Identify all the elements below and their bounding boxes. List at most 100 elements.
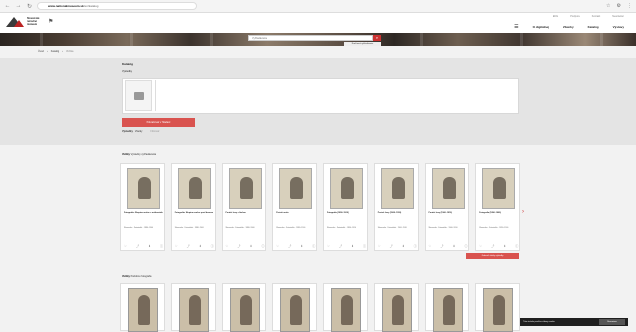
similar-card[interactable] [373,283,419,332]
card-photo[interactable] [280,288,311,332]
card-title[interactable]: Portrét ženy v bielom [226,212,265,215]
filter-link[interactable]: Filtrovať [150,130,159,133]
similar-card[interactable] [424,283,470,332]
result-card[interactable]: Fotografia: Skupina mužov pred domom Slov… [170,163,216,251]
similar-card[interactable] [221,283,267,332]
card-photo[interactable] [228,168,262,209]
similar-card[interactable] [323,283,368,332]
info-icon[interactable]: ⓘ [515,244,518,248]
share-icon[interactable]: ⤴ [187,244,190,248]
info-icon[interactable]: ⓘ [261,244,264,248]
similar-card[interactable] [475,283,520,332]
similar-card[interactable] [170,283,216,332]
language-flag-icon[interactable]: ⚑ [48,18,53,25]
result-thumbnail[interactable] [125,80,152,111]
favorite-icon[interactable]: ♡ [429,244,432,248]
share-icon[interactable]: ⤴ [237,244,240,248]
nav-link[interactable]: Zbierky [563,25,574,29]
card-photo[interactable] [483,288,514,332]
download-icon[interactable]: ⬇ [453,244,456,248]
breadcrumb-item[interactable]: Úvod [38,50,44,53]
info-icon[interactable]: ⓘ [414,244,417,248]
card-title[interactable]: Portrét ženy (1900–1910) [378,212,417,215]
cookie-accept-button[interactable]: Rozumiem [599,319,625,325]
share-icon[interactable]: ⤴ [491,244,494,248]
share-icon[interactable]: ⤴ [390,244,393,248]
top-link[interactable]: ENG [553,15,558,18]
card-photo[interactable] [178,288,209,332]
card-title[interactable]: Fotografia (1890–1900) [479,212,518,215]
result-card[interactable]: Portrét ženy (1900–1910) Slovensko · Foto… [373,163,419,251]
card-photo[interactable] [127,168,160,209]
card-photo[interactable] [380,168,414,209]
breadcrumb-item[interactable]: Katalóg [51,50,59,53]
download-icon[interactable]: ⬇ [250,244,253,248]
card-photo[interactable] [330,168,363,209]
address-bar[interactable]: www.nationalmuseum.sk/en/katalog [37,2,197,10]
result-card[interactable]: Portrét ženy (1900–1910) Slovensko · Foto… [424,163,470,251]
card-photo[interactable] [431,168,465,209]
show-more-button[interactable]: Zobraziť všetky výsledky [466,253,519,259]
favorite-icon[interactable]: ♡ [378,244,381,248]
info-icon[interactable]: ⓘ [211,244,214,248]
favorite-icon[interactable]: ♡ [124,244,127,248]
download-icon[interactable]: ⬇ [351,244,354,248]
nav-link[interactable]: Katalóg [588,25,599,29]
advanced-search-button[interactable]: Rozšírené vyhľadávanie [344,42,381,46]
download-icon[interactable]: ⬇ [300,244,303,248]
next-arrow-icon[interactable]: › [522,209,524,215]
card-title[interactable]: Fotografia: Skupina mužov pred domom [175,212,214,215]
download-icon[interactable]: ⬇ [402,244,405,248]
top-link[interactable]: Newsletter [612,15,624,18]
card-photo[interactable] [331,288,361,332]
card-title[interactable]: Portrét muža [276,212,315,215]
result-value[interactable]: Všetky [135,130,143,133]
share-icon[interactable]: ⤴ [339,244,342,248]
site-logo[interactable]: Slovenské národné múzeum ⚑ [6,15,53,27]
share-icon[interactable]: ⤴ [440,244,443,248]
search-button[interactable]: ⌕ [373,35,381,41]
download-icon[interactable]: ⬇ [199,244,202,248]
result-card[interactable]: Portrét ženy v bielom Slovensko · Fotoate… [221,163,267,251]
info-icon[interactable]: ⓘ [464,244,467,248]
card-photo[interactable] [177,168,211,209]
info-icon[interactable]: ⓘ [160,244,163,248]
card-title[interactable]: Portrét ženy (1900–1910) [429,212,468,215]
info-icon[interactable]: ⓘ [363,244,366,248]
extensions-icon[interactable]: ⚙ [617,3,621,9]
favorite-icon[interactable]: ♡ [327,244,330,248]
result-card[interactable]: Portrét muža Slovensko · Fotoateliér · 18… [272,163,317,251]
nav-link[interactable]: Výstavy [613,25,624,29]
card-photo[interactable] [482,168,516,209]
card-photo[interactable] [279,168,313,209]
card-title[interactable]: Fotografia: Skupina mužov v uniformách [124,212,163,215]
card-photo[interactable] [381,288,412,332]
card-title[interactable]: Fotografia (1890–1910) [327,212,366,215]
favorite-icon[interactable]: ♡ [175,244,178,248]
download-icon[interactable]: ⬇ [503,244,506,248]
favorite-icon[interactable]: ♡ [479,244,482,248]
top-link[interactable]: Podpora [570,15,579,18]
bookmark-icon[interactable]: ☆ [606,3,610,9]
similar-card[interactable] [120,283,165,332]
card-photo[interactable] [432,288,463,332]
continue-search-button[interactable]: Pokračovať v hľadaní [122,118,195,127]
back-icon[interactable]: ← [4,3,11,9]
share-icon[interactable]: ⤴ [136,244,139,248]
result-card[interactable]: Fotografia (1890–1910) Slovensko · Fotoat… [323,163,368,251]
user-icon[interactable]: ☰ [514,24,518,30]
card-photo[interactable] [128,288,158,332]
card-photo[interactable] [229,288,260,332]
menu-icon[interactable]: ⋮ [627,3,632,9]
favorite-icon[interactable]: ♡ [276,244,279,248]
download-icon[interactable]: ⬇ [148,244,151,248]
result-card[interactable]: Fotografia (1890–1900) Slovensko · Fotoat… [475,163,520,251]
info-icon[interactable]: ⓘ [312,244,315,248]
forward-icon[interactable]: → [15,3,22,9]
reload-icon[interactable]: ↻ [26,3,33,10]
nav-link[interactable]: O digitálnej [533,25,549,29]
search-input[interactable]: Vyhľadávanie [248,35,373,41]
result-card[interactable]: Fotografia: Skupina mužov v uniformách Sl… [120,163,165,251]
share-icon[interactable]: ⤴ [288,244,291,248]
similar-card[interactable] [272,283,317,332]
